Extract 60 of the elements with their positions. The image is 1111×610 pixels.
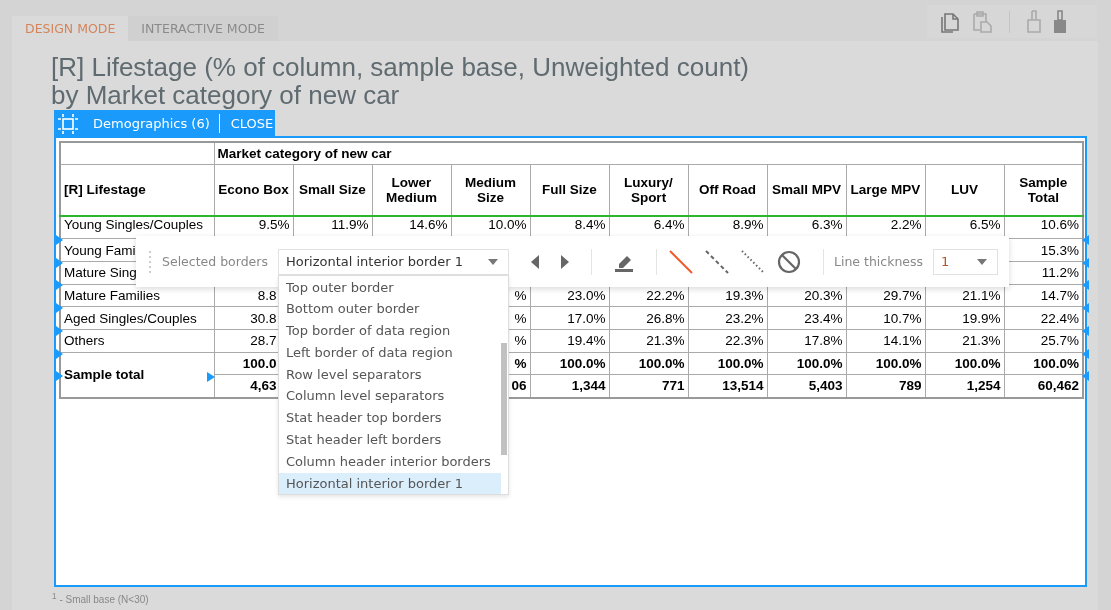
table-cell: 10.7% <box>846 306 925 330</box>
border-handle-icon[interactable] <box>207 372 215 382</box>
table-cell: 17.8% <box>767 329 846 353</box>
line-thickness-label: Line thickness <box>833 254 924 269</box>
table-cell: 19.9% <box>925 306 1004 330</box>
scrollbar-thumb[interactable] <box>500 342 507 455</box>
border-handle-icon[interactable] <box>56 325 63 336</box>
dashed-line-icon[interactable] <box>704 249 729 274</box>
table-cell: 21.3% <box>925 329 1004 353</box>
table-cell: 100.0% <box>846 352 925 375</box>
table-cell: 14.1% <box>846 329 925 353</box>
brush-icon[interactable] <box>1026 8 1042 35</box>
paste-icon[interactable] <box>971 9 993 34</box>
solid-line-icon[interactable] <box>668 249 693 274</box>
dropdown-option[interactable]: Horizontal interior border 1 <box>278 472 501 495</box>
caret-icon <box>487 258 498 265</box>
report-title: by Market category of new car <box>51 81 400 109</box>
border-handle-icon[interactable] <box>1082 348 1089 359</box>
footnote: $^{1}$ - Small base (N<30) <box>52 591 150 606</box>
table-cell: 100.0% <box>530 352 609 375</box>
dropdown-option[interactable]: Stat header top borders <box>278 407 501 430</box>
table-cell: 21.3% <box>609 329 688 353</box>
border-handle-icon[interactable] <box>1082 257 1089 268</box>
dropdown-option[interactable]: Stat header left borders <box>278 429 501 451</box>
border-handle-icon[interactable] <box>56 371 63 382</box>
border-handle-icon[interactable] <box>1082 235 1089 245</box>
dotted-line-icon[interactable] <box>740 249 765 274</box>
border-handle-icon[interactable] <box>56 235 63 245</box>
border-handle-icon[interactable] <box>1082 303 1089 314</box>
previous-icon[interactable] <box>530 254 539 269</box>
dropdown-option[interactable]: Column header interior borders <box>278 450 501 473</box>
table-cell: 100.0% <box>925 352 1004 375</box>
table-cell: 100.0% <box>609 352 688 375</box>
border-handle-icon[interactable] <box>56 303 63 314</box>
row-label: Others <box>60 329 214 353</box>
border-handle-icon[interactable] <box>56 257 63 268</box>
thickness-select[interactable]: 1 <box>933 248 999 275</box>
table-cell: 23.2% <box>688 306 767 330</box>
brush-icon[interactable] <box>1052 8 1068 35</box>
border-handle-icon[interactable] <box>56 280 63 291</box>
selection-label: Demographics (6) <box>93 116 210 131</box>
table-cell: 17.0% <box>530 306 609 330</box>
table-cell: 23.4% <box>767 306 846 330</box>
drag-handle-icon[interactable] <box>148 249 152 274</box>
report-title: [R] Lifestage (% of column, sample base, Unweighted count) <box>51 53 751 81</box>
no-border-icon[interactable] <box>776 249 801 274</box>
border-handle-icon[interactable] <box>56 348 63 359</box>
table-cell: 26.8% <box>609 306 688 330</box>
border-handle-icon[interactable] <box>1082 325 1089 336</box>
border-handle-icon[interactable] <box>1082 371 1089 382</box>
table-cell: 19.4% <box>530 329 609 353</box>
caret-icon <box>977 258 988 265</box>
table-cell: 22.3% <box>688 329 767 353</box>
table-cell: 100.0% <box>767 352 846 375</box>
next-icon[interactable] <box>560 254 569 269</box>
border-handle-icon[interactable] <box>1082 280 1089 291</box>
table-cell: 100.0% <box>688 352 767 375</box>
border-select[interactable]: Horizontal interior border 1 <box>277 248 509 275</box>
row-label: Aged Singles/Couples <box>60 306 214 330</box>
select-region-icon <box>57 112 79 135</box>
